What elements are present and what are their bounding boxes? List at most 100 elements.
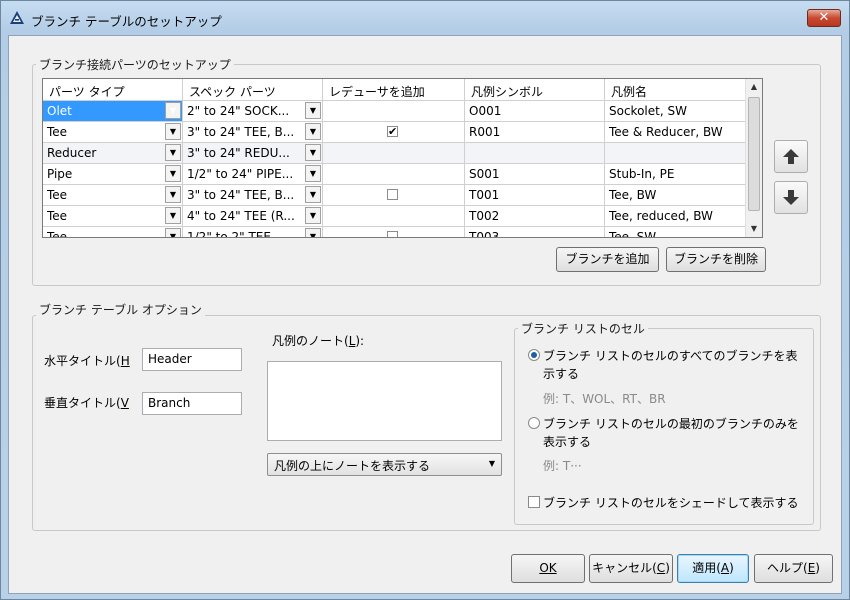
legend-symbol-cell[interactable]: T003 — [465, 227, 605, 237]
dialog-window: ブランチ テーブルのセットアップ ✕ ブランチ接続パーツのセットアップ パーツ … — [0, 0, 850, 600]
delete-branch-button[interactable]: ブランチを削除 — [666, 247, 766, 272]
vertical-title-label: 垂直タイトル(V — [44, 396, 129, 410]
add-reducer-cell — [323, 164, 465, 185]
dropdown-arrow-icon[interactable]: ▼ — [165, 144, 181, 161]
scroll-down-icon[interactable]: ▼ — [746, 221, 762, 237]
spec-part-cell[interactable]: 2" to 24" SOCK... ▼ — [183, 101, 323, 122]
spec-part-cell[interactable]: 3" to 24" TEE, B... ▼ — [183, 185, 323, 206]
title-bar[interactable]: ブランチ テーブルのセットアップ ✕ — [1, 1, 849, 35]
shade-cell-checkbox[interactable] — [528, 496, 540, 508]
spec-part-cell[interactable]: 4" to 24" TEE (R... ▼ — [183, 206, 323, 227]
dropdown-arrow-icon[interactable]: ▼ — [305, 144, 321, 161]
dropdown-arrow-icon[interactable]: ▼ — [305, 228, 321, 237]
close-button[interactable]: ✕ — [807, 9, 841, 27]
dropdown-arrow-icon[interactable]: ▼ — [165, 165, 181, 182]
dropdown-arrow-icon[interactable]: ▼ — [305, 165, 321, 182]
table-row[interactable]: Reducer ▼ 3" to 24" REDU... ▼ — [43, 143, 746, 164]
spec-part-cell[interactable]: 1/2" to 24" PIPE... ▼ — [183, 164, 323, 185]
options-group-label: ブランチ テーブル オプション — [36, 301, 205, 318]
list-cell-group-label: ブランチ リストのセル — [518, 320, 648, 337]
legend-name-cell[interactable]: Sockolet, SW — [605, 101, 746, 122]
help-button[interactable]: ヘルプ(E) — [754, 554, 833, 583]
spec-part-cell[interactable]: 3" to 24" TEE, B... ▼ — [183, 122, 323, 143]
dropdown-arrow-icon[interactable]: ▼ — [305, 207, 321, 224]
apply-button[interactable]: 適用(A) — [677, 554, 749, 583]
dropdown-arrow-icon[interactable]: ▼ — [165, 228, 181, 237]
legend-name-cell[interactable]: Tee, reduced, BW — [605, 206, 746, 227]
legend-symbol-cell[interactable]: S001 — [465, 164, 605, 185]
horizontal-title-input[interactable]: Header — [142, 348, 242, 371]
scroll-up-icon[interactable]: ▲ — [746, 79, 762, 95]
scroll-thumb[interactable] — [748, 97, 760, 211]
add-branch-button[interactable]: ブランチを追加 — [556, 247, 659, 272]
show-first-branch-label-line1[interactable]: ブランチ リストのセルの最初のブランチのみを — [543, 415, 799, 432]
move-down-button[interactable] — [774, 181, 808, 214]
radio-show-all-branches[interactable] — [528, 349, 540, 361]
table-row[interactable]: Tee ▼ 1/2" to 2" TEE... ▼ T003 Tee, SW — [43, 227, 746, 237]
part-type-cell[interactable]: Tee ▼ — [43, 206, 183, 227]
column-header-part-type[interactable]: パーツ タイプ — [43, 79, 183, 101]
part-type-cell[interactable]: Tee ▼ — [43, 185, 183, 206]
column-header-legend-name[interactable]: 凡例名 — [605, 79, 746, 101]
part-type-cell[interactable]: Tee ▼ — [43, 122, 183, 143]
dropdown-arrow-icon[interactable]: ▼ — [305, 123, 321, 140]
vertical-title-input[interactable]: Branch — [142, 392, 242, 415]
shade-cell-label[interactable]: ブランチ リストのセルをシェードして表示する — [543, 494, 798, 511]
part-type-cell[interactable]: Pipe ▼ — [43, 164, 183, 185]
table-row[interactable]: Olet ▼ 2" to 24" SOCK... ▼ O001 Sockolet, … — [43, 101, 746, 122]
add-reducer-cell — [323, 143, 465, 164]
dropdown-arrow-icon[interactable]: ▼ — [165, 102, 181, 119]
legend-name-cell[interactable]: Tee, SW — [605, 227, 746, 237]
table-row[interactable]: Tee ▼ 4" to 24" TEE (R... ▼ T002 Tee, redu… — [43, 206, 746, 227]
table-row[interactable]: Pipe ▼ 1/2" to 24" PIPE... ▼ S001 Stub-In,… — [43, 164, 746, 185]
ok-button[interactable]: OK — [511, 554, 585, 583]
legend-symbol-cell[interactable]: T001 — [465, 185, 605, 206]
show-all-branches-label-line1[interactable]: ブランチ リストのセルのすべてのブランチを表 — [543, 347, 798, 364]
add-reducer-checkbox[interactable] — [387, 189, 398, 200]
add-reducer-cell — [323, 185, 465, 206]
column-header-spec-part[interactable]: スペック パーツ — [183, 79, 323, 101]
branch-parts-grid[interactable]: パーツ タイプ スペック パーツ レデューサを追加 凡例シンボル 凡例名 Ole… — [42, 78, 763, 238]
part-type-cell[interactable]: Tee ▼ — [43, 227, 183, 237]
dropdown-arrow-icon[interactable]: ▼ — [305, 102, 321, 119]
dialog-client-area: ブランチ接続パーツのセットアップ パーツ タイプ スペック パーツ レデューサを… — [8, 35, 842, 594]
grid-vertical-scrollbar[interactable]: ▲ ▼ — [745, 79, 762, 237]
cancel-button[interactable]: キャンセル(C) — [589, 554, 673, 583]
setup-group-label: ブランチ接続パーツのセットアップ — [36, 56, 234, 73]
move-up-button[interactable] — [774, 140, 808, 173]
add-reducer-checkbox[interactable] — [387, 231, 398, 237]
column-header-legend-symbol[interactable]: 凡例シンボル — [465, 79, 605, 101]
dropdown-arrow-icon[interactable]: ▼ — [165, 186, 181, 203]
spec-part-cell[interactable]: 3" to 24" REDU... ▼ — [183, 143, 323, 164]
dropdown-arrow-icon[interactable]: ▼ — [305, 186, 321, 203]
note-position-select[interactable]: 凡例の上にノートを表示する ▼ — [267, 453, 502, 476]
column-header-add-reducer[interactable]: レデューサを追加 — [323, 79, 465, 101]
show-first-branch-example: 例: T··· — [543, 459, 582, 473]
show-first-branch-label-line2[interactable]: 表示する — [543, 433, 591, 450]
chevron-down-icon: ▼ — [488, 459, 495, 468]
legend-symbol-cell[interactable]: T002 — [465, 206, 605, 227]
arrow-down-icon — [783, 190, 799, 205]
part-type-cell[interactable]: Olet ▼ — [43, 101, 183, 122]
legend-name-cell[interactable]: Tee, BW — [605, 185, 746, 206]
arrow-up-icon — [783, 149, 799, 164]
table-row[interactable]: Tee ▼ 3" to 24" TEE, B... ▼ T001 Tee, BW — [43, 185, 746, 206]
legend-symbol-cell — [465, 143, 605, 164]
radio-show-first-branch[interactable] — [528, 417, 540, 429]
legend-symbol-cell[interactable]: O001 — [465, 101, 605, 122]
add-reducer-cell — [323, 101, 465, 122]
spec-part-cell[interactable]: 1/2" to 2" TEE... ▼ — [183, 227, 323, 237]
dropdown-arrow-icon[interactable]: ▼ — [165, 207, 181, 224]
legend-symbol-cell[interactable]: R001 — [465, 122, 605, 143]
legend-name-cell[interactable]: Stub-In, PE — [605, 164, 746, 185]
show-all-branches-example: 例: T、WOL、RT、BR — [543, 392, 666, 406]
table-row[interactable]: Tee ▼ 3" to 24" TEE, B... ▼ ✔ R001 Tee & R… — [43, 122, 746, 143]
show-all-branches-label-line2[interactable]: 示する — [543, 365, 579, 382]
dropdown-arrow-icon[interactable]: ▼ — [165, 123, 181, 140]
legend-name-cell[interactable]: Tee & Reducer, BW — [605, 122, 746, 143]
legend-note-textarea[interactable] — [267, 361, 502, 441]
add-reducer-checkbox[interactable]: ✔ — [387, 126, 398, 137]
legend-note-label: 凡例のノート(L): — [272, 334, 365, 348]
part-type-cell[interactable]: Reducer ▼ — [43, 143, 183, 164]
add-reducer-cell: ✔ — [323, 122, 465, 143]
